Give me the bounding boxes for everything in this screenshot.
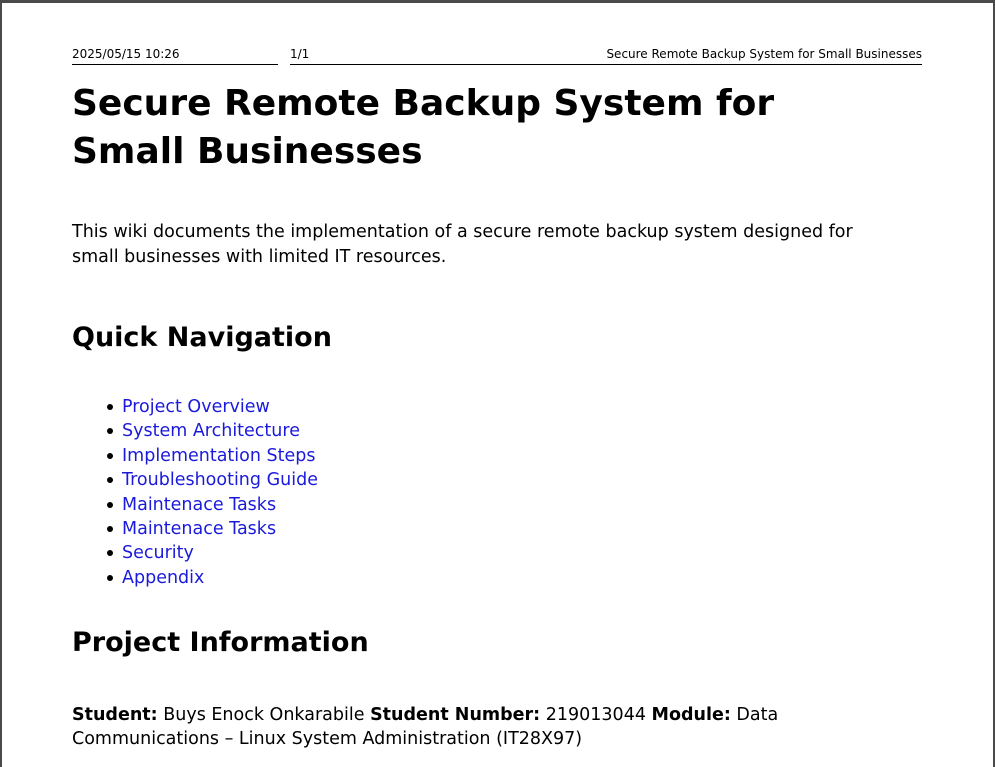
header-rule-gap (278, 62, 290, 65)
nav-link-appendix[interactable]: Appendix (122, 568, 204, 588)
nav-link-system-architecture[interactable]: System Architecture (122, 421, 300, 441)
page-title: Secure Remote Backup System for Small Bu… (72, 83, 775, 172)
nav-link-security[interactable]: Security (122, 543, 194, 563)
nav-item-system-architecture: System Architecture (107, 419, 922, 443)
nav-item-implementation-steps: Implementation Steps (107, 444, 922, 468)
document-content: Secure Remote Backup System for Small Bu… (72, 80, 922, 751)
student-number-label: Student Number: (370, 705, 541, 726)
bullet-dot-icon (107, 452, 113, 459)
intro-paragraph: This wiki documents the implementation o… (72, 222, 853, 267)
nav-link-maintenance-tasks-2[interactable]: Maintenace Tasks (122, 519, 276, 539)
nav-item-maintenance-tasks: Maintenace Tasks (107, 493, 922, 517)
print-page-number: 1/1 (290, 47, 310, 61)
nav-link-maintenance-tasks[interactable]: Maintenace Tasks (122, 495, 276, 515)
nav-link-troubleshooting-guide[interactable]: Troubleshooting Guide (122, 470, 318, 490)
bullet-dot-icon (107, 501, 113, 508)
nav-link-project-overview[interactable]: Project Overview (122, 397, 270, 417)
nav-item-maintenance-tasks-2: Maintenace Tasks (107, 517, 922, 541)
student-label: Student: (72, 705, 158, 726)
nav-item-appendix: Appendix (107, 566, 922, 590)
page-border-top (0, 0, 995, 3)
module-label: Module: (651, 705, 731, 726)
student-number-value: 219013044 (545, 705, 646, 726)
nav-item-security: Security (107, 541, 922, 565)
print-header-title: Secure Remote Backup System for Small Bu… (606, 47, 922, 61)
nav-item-troubleshooting-guide: Troubleshooting Guide (107, 468, 922, 492)
page-border-left (0, 0, 2, 767)
print-date: 2025/05/15 10:26 (72, 47, 180, 61)
bullet-dot-icon (107, 550, 113, 557)
print-header: 2025/05/15 10:26 1/1 Secure Remote Backu… (72, 46, 922, 65)
nav-item-project-overview: Project Overview (107, 395, 922, 419)
quick-navigation-list: Project Overview System Architecture Imp… (72, 395, 922, 590)
bullet-dot-icon (107, 404, 113, 410)
project-information-heading: Project Information (72, 627, 369, 659)
quick-navigation-heading: Quick Navigation (72, 322, 332, 353)
bullet-dot-icon (107, 526, 113, 533)
nav-link-implementation-steps[interactable]: Implementation Steps (122, 446, 315, 466)
bullet-dot-icon (107, 428, 113, 435)
student-value: Buys Enock Onkarabile (163, 705, 365, 726)
bullet-dot-icon (107, 574, 113, 581)
bullet-dot-icon (107, 477, 113, 484)
project-information-paragraph: Student: Buys Enock Onkarabile Student N… (72, 703, 912, 751)
